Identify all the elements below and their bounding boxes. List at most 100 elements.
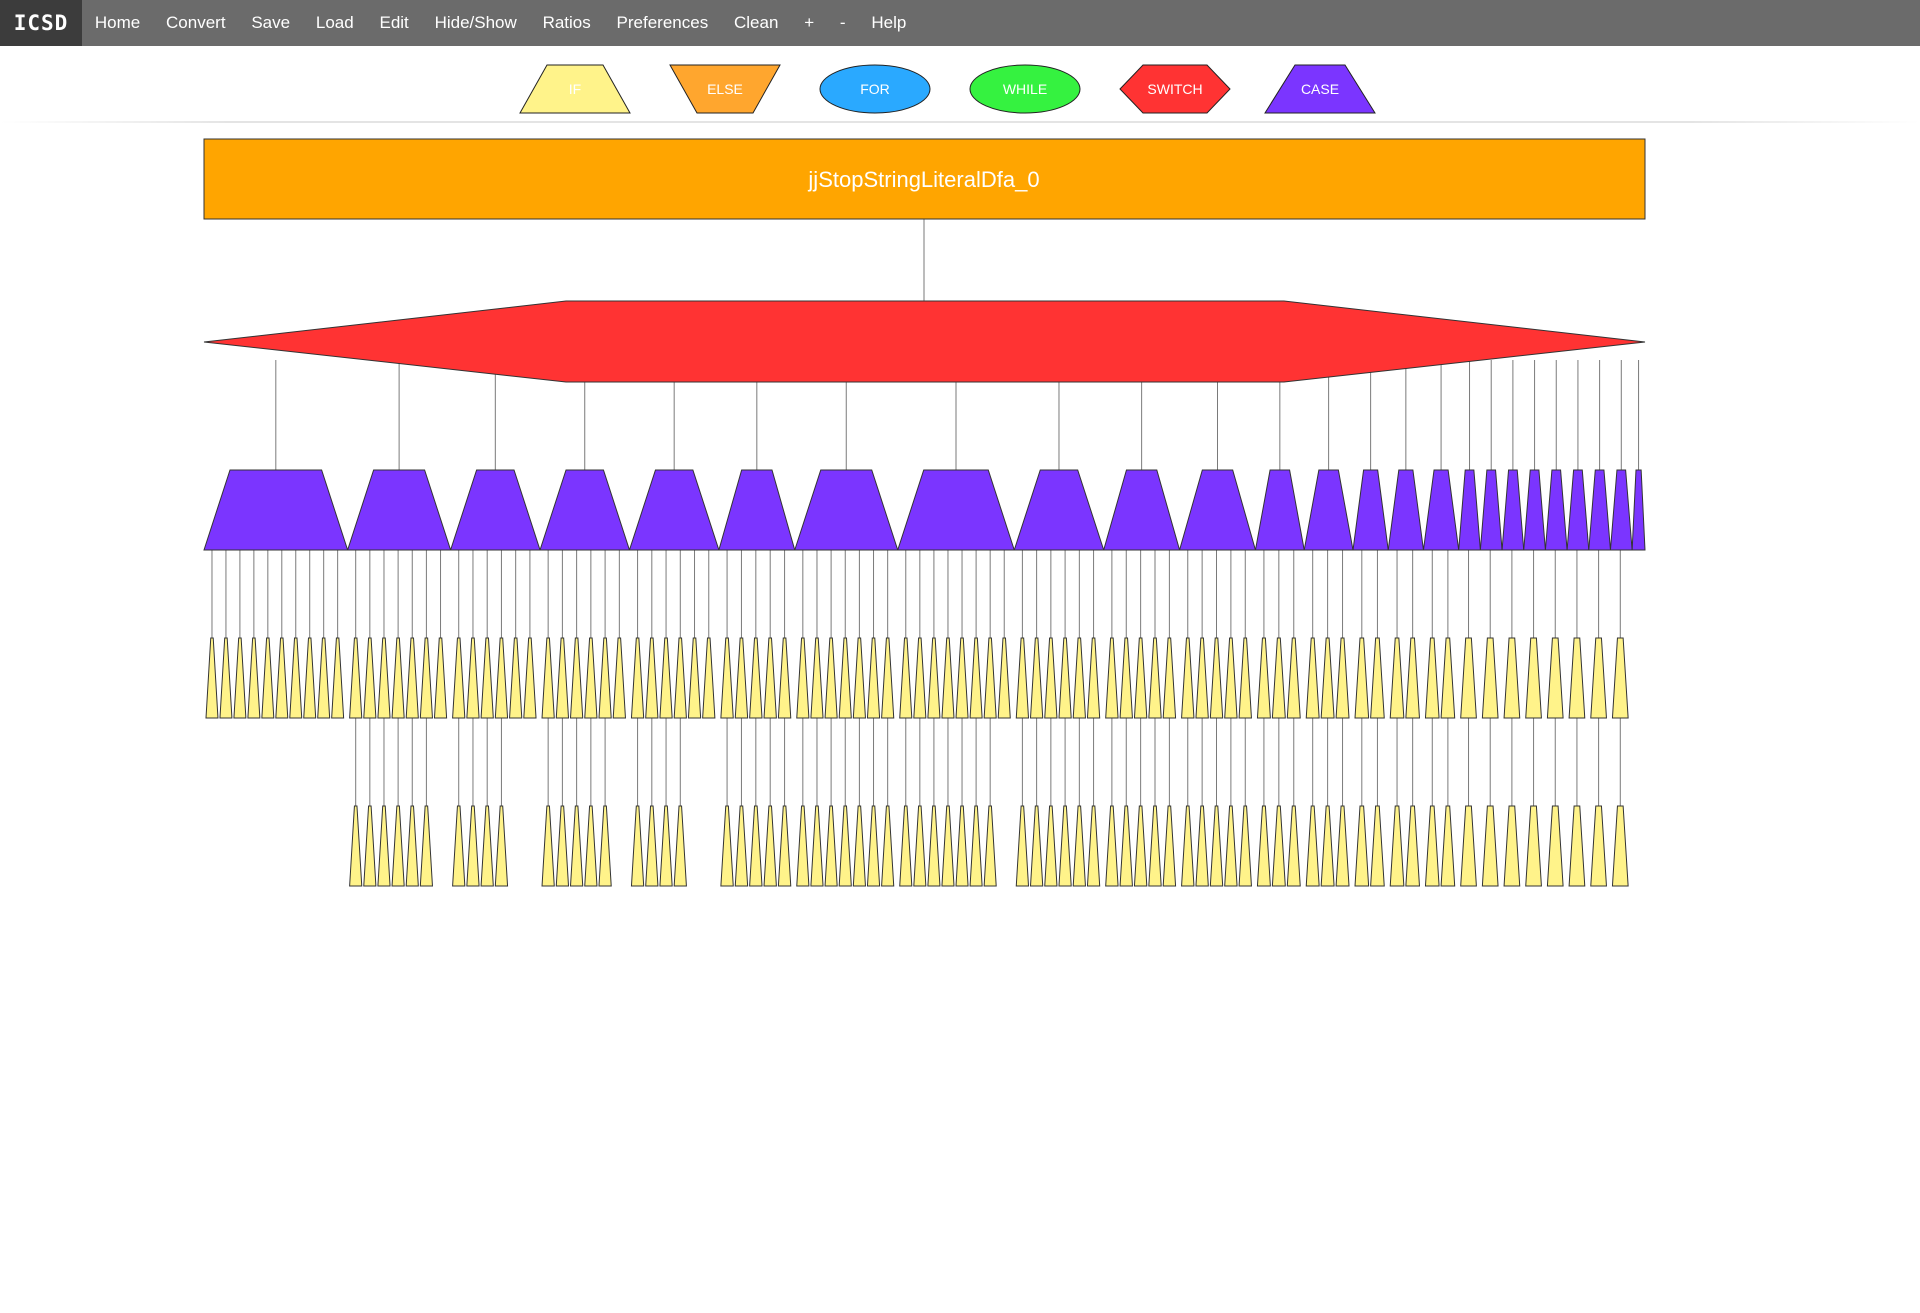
function-node[interactable]: jjStopStringLiteralDfa_0 xyxy=(203,138,1646,220)
case-node[interactable] xyxy=(794,469,899,551)
if-node[interactable] xyxy=(899,637,913,719)
nested-if-node[interactable] xyxy=(555,805,570,887)
nested-if-node[interactable] xyxy=(1162,805,1177,887)
nested-if-node[interactable] xyxy=(1405,805,1420,887)
if-node[interactable] xyxy=(777,637,792,719)
nested-if-node[interactable] xyxy=(763,805,777,887)
if-node[interactable] xyxy=(391,637,405,719)
if-node[interactable] xyxy=(1209,637,1224,719)
if-node[interactable] xyxy=(1256,637,1271,719)
if-node[interactable] xyxy=(1271,637,1286,719)
if-node[interactable] xyxy=(881,637,895,719)
if-node[interactable] xyxy=(1029,637,1044,719)
nested-if-node[interactable] xyxy=(1460,805,1477,887)
if-node[interactable] xyxy=(866,637,881,719)
nested-if-node[interactable] xyxy=(1335,805,1350,887)
if-node[interactable] xyxy=(219,637,233,719)
if-node[interactable] xyxy=(927,637,941,719)
nested-if-node[interactable] xyxy=(1086,805,1101,887)
case-node[interactable] xyxy=(1303,469,1354,551)
nested-if-node[interactable] xyxy=(1389,805,1405,887)
nested-if-node[interactable] xyxy=(363,805,377,887)
if-node[interactable] xyxy=(997,637,1011,719)
nested-if-node[interactable] xyxy=(866,805,881,887)
if-node[interactable] xyxy=(317,637,331,719)
if-node[interactable] xyxy=(1286,637,1301,719)
nested-if-node[interactable] xyxy=(1271,805,1286,887)
if-node[interactable] xyxy=(331,637,345,719)
if-node[interactable] xyxy=(852,637,866,719)
if-node[interactable] xyxy=(1460,637,1477,719)
if-node[interactable] xyxy=(480,637,494,719)
nested-if-node[interactable] xyxy=(941,805,955,887)
nested-if-node[interactable] xyxy=(852,805,866,887)
if-node[interactable] xyxy=(303,637,317,719)
if-node[interactable] xyxy=(1354,637,1370,719)
nested-if-node[interactable] xyxy=(969,805,983,887)
case-node[interactable] xyxy=(1387,469,1425,551)
nested-if-node[interactable] xyxy=(1568,805,1586,887)
if-node[interactable] xyxy=(1238,637,1252,719)
if-node[interactable] xyxy=(569,637,584,719)
if-node[interactable] xyxy=(1224,637,1238,719)
nested-if-node[interactable] xyxy=(1072,805,1086,887)
nested-if-node[interactable] xyxy=(777,805,792,887)
if-node[interactable] xyxy=(955,637,969,719)
nested-if-node[interactable] xyxy=(734,805,749,887)
if-node[interactable] xyxy=(913,637,927,719)
nested-if-node[interactable] xyxy=(1133,805,1148,887)
if-node[interactable] xyxy=(1405,637,1420,719)
if-node[interactable] xyxy=(1058,637,1072,719)
if-node[interactable] xyxy=(452,637,466,719)
case-node[interactable] xyxy=(1588,469,1611,551)
if-node[interactable] xyxy=(377,637,391,719)
nested-if-node[interactable] xyxy=(796,805,810,887)
nested-if-node[interactable] xyxy=(569,805,584,887)
nested-if-node[interactable] xyxy=(1590,805,1607,887)
if-node[interactable] xyxy=(1015,637,1030,719)
nested-if-node[interactable] xyxy=(1481,805,1499,887)
nested-if-node[interactable] xyxy=(391,805,405,887)
if-node[interactable] xyxy=(1072,637,1086,719)
case-node[interactable] xyxy=(1352,469,1389,551)
nested-if-node[interactable] xyxy=(377,805,391,887)
if-node[interactable] xyxy=(1440,637,1456,719)
if-node[interactable] xyxy=(824,637,838,719)
if-node[interactable] xyxy=(1044,637,1058,719)
nested-if-node[interactable] xyxy=(349,805,363,887)
if-node[interactable] xyxy=(405,637,419,719)
nested-if-node[interactable] xyxy=(419,805,433,887)
if-node[interactable] xyxy=(1195,637,1209,719)
if-node[interactable] xyxy=(1370,637,1385,719)
case-node[interactable] xyxy=(1103,469,1181,551)
if-node[interactable] xyxy=(1503,637,1521,719)
if-node[interactable] xyxy=(1181,637,1195,719)
nested-if-node[interactable] xyxy=(1256,805,1271,887)
case-node[interactable] xyxy=(1631,469,1646,551)
case-node[interactable] xyxy=(628,469,720,551)
nested-if-node[interactable] xyxy=(1320,805,1335,887)
nested-if-node[interactable] xyxy=(1440,805,1456,887)
if-node[interactable] xyxy=(659,637,673,719)
if-node[interactable] xyxy=(941,637,955,719)
if-node[interactable] xyxy=(1320,637,1335,719)
nested-if-node[interactable] xyxy=(1238,805,1252,887)
case-node[interactable] xyxy=(718,469,796,551)
nested-if-node[interactable] xyxy=(1058,805,1072,887)
case-node[interactable] xyxy=(1501,469,1525,551)
nested-if-node[interactable] xyxy=(881,805,895,887)
if-node[interactable] xyxy=(983,637,997,719)
if-node[interactable] xyxy=(630,637,645,719)
if-node[interactable] xyxy=(720,637,734,719)
nested-if-node[interactable] xyxy=(1503,805,1521,887)
if-node[interactable] xyxy=(275,637,289,719)
nested-if-node[interactable] xyxy=(1546,805,1564,887)
nested-if-node[interactable] xyxy=(1424,805,1440,887)
if-node[interactable] xyxy=(1305,637,1320,719)
if-node[interactable] xyxy=(1335,637,1350,719)
case-node[interactable] xyxy=(1013,469,1105,551)
if-node[interactable] xyxy=(1546,637,1564,719)
if-node[interactable] xyxy=(687,637,702,719)
if-node[interactable] xyxy=(433,637,448,719)
nested-if-node[interactable] xyxy=(541,805,555,887)
